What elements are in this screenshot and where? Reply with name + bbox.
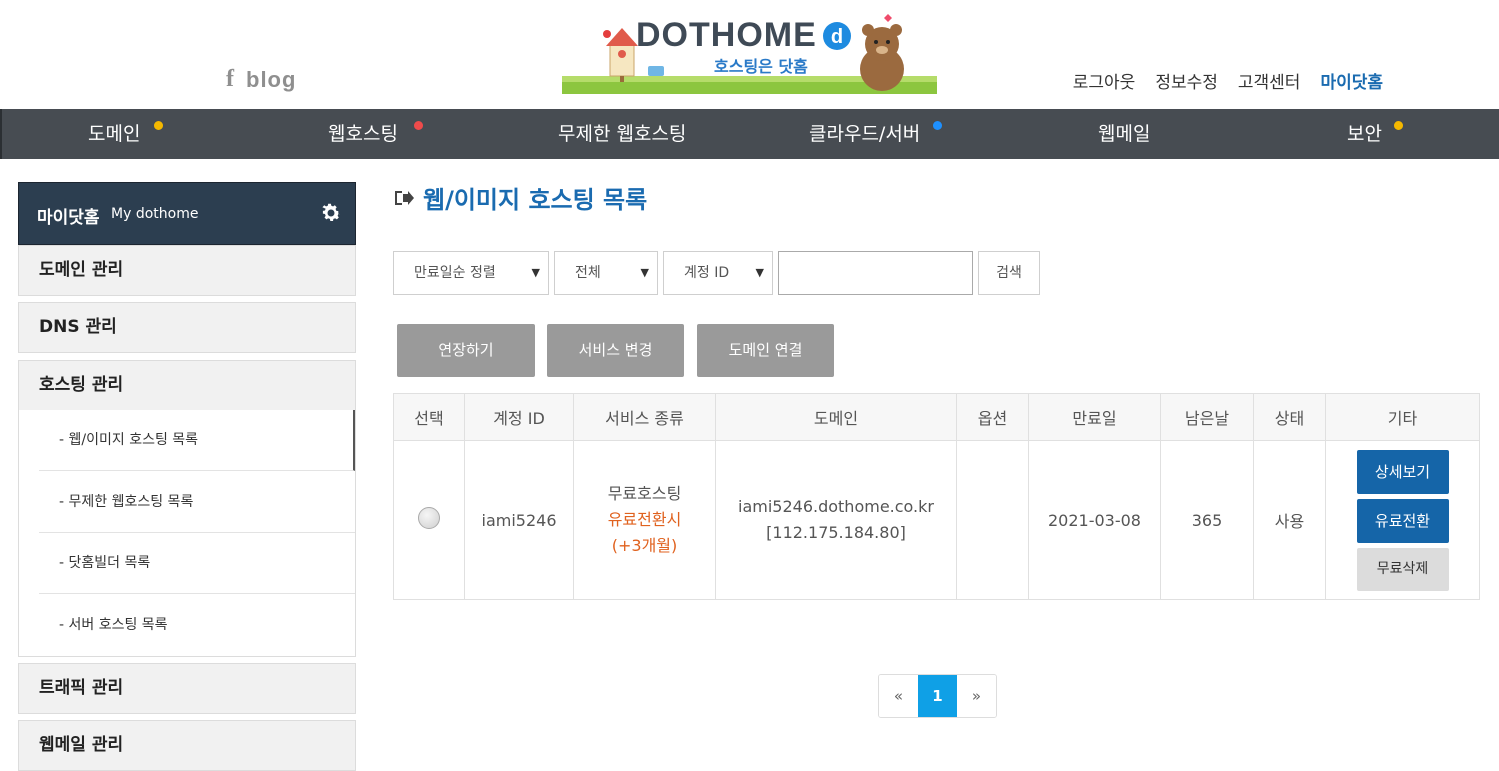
paid-conversion-note: 유료전환시: [607, 510, 682, 529]
top-links: 로그아웃 정보수정 고객센터 마이닷홈: [1073, 68, 1383, 93]
extend-button[interactable]: 연장하기: [397, 324, 535, 377]
convert-to-paid-button[interactable]: 유료전환: [1356, 498, 1449, 543]
sidebar-submenu: - 웹/이미지 호스팅 목록 - 무제한 웹호스팅 목록 - 닷홈빌더 목록 -…: [18, 410, 356, 657]
free-delete-button[interactable]: 무료삭제: [1356, 547, 1449, 591]
blog-link[interactable]: blog: [246, 67, 296, 93]
nav-webmail-label: 웹메일: [1098, 123, 1151, 145]
nav-dot-indicator: [414, 121, 423, 130]
field-select[interactable]: 계정 ID ▼: [663, 251, 773, 295]
nav-dot-indicator: [933, 121, 942, 130]
sign-out-icon: [395, 190, 414, 205]
social-links: f blog: [226, 66, 296, 93]
page-title: 웹/이미지 호스팅 목록: [393, 180, 647, 215]
nav-dot-indicator: [154, 121, 163, 130]
nav-unlimited-webhosting[interactable]: 무제한 웹호스팅: [558, 109, 686, 159]
dropdown-arrow-icon: ▼: [755, 266, 764, 279]
customer-center-link[interactable]: 고객센터: [1238, 68, 1301, 93]
table-header-row: 선택 계정 ID 서비스 종류 도메인 옵션 만료일 남은날 상태 기타: [393, 393, 1480, 441]
domain-ip: [112.175.184.80]: [766, 523, 906, 542]
pagination-page-1[interactable]: 1: [918, 675, 957, 717]
sidebar-title: 마이닷홈: [37, 208, 100, 228]
main-nav: 도메인 웹호스팅 무제한 웹호스팅 클라우드/서버 웹메일 보안: [0, 109, 1499, 159]
sort-select[interactable]: 만료일순 정렬 ▼: [393, 251, 549, 295]
row-select-radio[interactable]: [418, 507, 440, 529]
facebook-icon[interactable]: f: [226, 66, 234, 93]
col-domain: 도메인: [715, 393, 957, 441]
nav-unlimited-label: 무제한 웹호스팅: [558, 123, 687, 145]
sidebar-item-dns[interactable]: DNS 관리: [18, 302, 356, 353]
submenu-unlimited-hosting[interactable]: - 무제한 웹호스팅 목록: [39, 472, 355, 533]
cell-days-left: 365: [1160, 440, 1254, 600]
sidebar-item-webmail[interactable]: 웹메일 관리: [18, 720, 356, 771]
col-account-id: 계정 ID: [464, 393, 574, 441]
service-type-label: 무료호스팅: [607, 484, 682, 503]
submenu-server-hosting[interactable]: - 서버 호스팅 목록: [39, 595, 355, 656]
nav-webmail[interactable]: 웹메일: [1098, 109, 1150, 159]
col-days-left: 남은날: [1160, 393, 1254, 441]
pagination: « 1 »: [878, 674, 997, 718]
sidebar-subtitle: My dothome: [111, 206, 199, 222]
cell-select: [393, 440, 465, 600]
cell-account-id: iami5246: [464, 440, 574, 600]
site-header: f blog d DOTHOME 호스팅은 닷홈 로그아웃 정보수정 고객센터 …: [0, 0, 1499, 109]
hosting-table: 선택 계정 ID 서비스 종류 도메인 옵션 만료일 남은날 상태 기타 iam…: [393, 393, 1480, 600]
scope-select[interactable]: 전체 ▼: [554, 251, 658, 295]
cell-expiry: 2021-03-08: [1028, 440, 1161, 600]
nav-security[interactable]: 보안: [1347, 109, 1403, 159]
dropdown-arrow-icon: ▼: [531, 266, 540, 279]
sidebar-header: 마이닷홈 My dothome: [18, 182, 356, 245]
dropdown-arrow-icon: ▼: [640, 266, 649, 279]
logout-link[interactable]: 로그아웃: [1073, 68, 1136, 93]
sidebar-item-hosting[interactable]: 호스팅 관리: [18, 360, 356, 411]
page-title-text: 웹/이미지 호스팅 목록: [423, 186, 648, 214]
col-service-type: 서비스 종류: [573, 393, 716, 441]
domain-name: iami5246.dothome.co.kr: [738, 497, 934, 516]
logo-slogan-text: 호스팅은 닷홈: [714, 57, 808, 76]
bonus-months-note: (+3개월): [611, 536, 678, 555]
pagination-next[interactable]: »: [957, 675, 996, 717]
nav-cloud-server[interactable]: 클라우드/서버: [809, 109, 942, 159]
field-select-value: 계정 ID: [684, 265, 730, 281]
submenu-builder[interactable]: - 닷홈빌더 목록: [39, 533, 355, 594]
search-input[interactable]: [778, 251, 973, 295]
view-detail-button[interactable]: 상세보기: [1356, 449, 1449, 494]
col-expiry: 만료일: [1028, 393, 1161, 441]
scope-select-value: 전체: [575, 265, 601, 281]
submenu-web-image-hosting[interactable]: - 웹/이미지 호스팅 목록: [39, 410, 355, 471]
nav-security-label: 보안: [1347, 123, 1382, 145]
col-option: 옵션: [956, 393, 1029, 441]
gear-icon[interactable]: [319, 201, 343, 225]
cell-service-type: 무료호스팅 유료전환시 (+3개월): [573, 440, 716, 600]
search-button[interactable]: 검색: [978, 251, 1040, 295]
sidebar-item-traffic[interactable]: 트래픽 관리: [18, 663, 356, 714]
nav-webhosting-label: 웹호스팅: [328, 123, 398, 145]
change-service-button[interactable]: 서비스 변경: [547, 324, 684, 377]
cell-etc: 상세보기 유료전환 무료삭제: [1325, 440, 1480, 600]
my-dothome-link[interactable]: 마이닷홈: [1320, 68, 1383, 93]
sort-select-value: 만료일순 정렬: [414, 265, 496, 281]
nav-webhosting[interactable]: 웹호스팅: [328, 109, 423, 159]
sidebar-item-domain[interactable]: 도메인 관리: [18, 245, 356, 296]
nav-dot-indicator: [1394, 121, 1403, 130]
nav-domain[interactable]: 도메인: [88, 109, 163, 159]
cell-domain: iami5246.dothome.co.kr [112.175.184.80]: [715, 440, 957, 600]
nav-domain-label: 도메인: [88, 123, 141, 145]
table-row: iami5246 무료호스팅 유료전환시 (+3개월) iami5246.dot…: [393, 440, 1480, 600]
nav-cloud-label: 클라우드/서버: [809, 123, 921, 145]
pagination-prev[interactable]: «: [879, 675, 918, 717]
cell-option: [956, 440, 1029, 600]
cell-status: 사용: [1253, 440, 1326, 600]
col-select: 선택: [393, 393, 465, 441]
col-etc: 기타: [1325, 393, 1480, 441]
connect-domain-button[interactable]: 도메인 연결: [697, 324, 834, 377]
edit-info-link[interactable]: 정보수정: [1155, 68, 1218, 93]
logo-brand-text: DOTHOME: [636, 16, 817, 54]
svg-text:d: d: [831, 26, 843, 48]
col-status: 상태: [1253, 393, 1326, 441]
